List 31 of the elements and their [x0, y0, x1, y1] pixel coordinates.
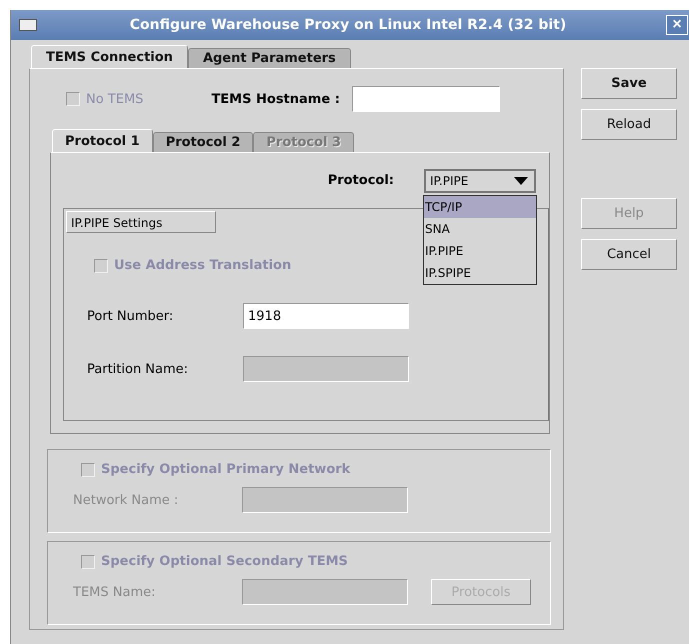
field-label: Partition Name:	[87, 362, 190, 376]
field-label: Protocol:	[328, 173, 394, 188]
checkbox-label: Specify Optional Primary Network	[101, 462, 350, 477]
protocol-dropdown[interactable]: IP.PIPE	[424, 168, 536, 192]
tab[interactable]: Protocol 2	[152, 132, 254, 152]
dialog-button[interactable]: Reload	[581, 109, 677, 140]
dropdown-option[interactable]: IP.PIPE	[424, 240, 536, 262]
tems-name-field[interactable]	[242, 579, 408, 605]
window-menu-icon[interactable]	[19, 19, 37, 31]
tab[interactable]: Protocol 1	[52, 129, 153, 152]
tab[interactable]: TEMS Connection	[31, 45, 188, 68]
tab[interactable]: Agent Parameters	[188, 48, 351, 68]
checkbox-label: Specify Optional Secondary TEMS	[101, 554, 348, 569]
group-title: IP.PIPE Settings	[66, 211, 216, 233]
field-label: TEMS Name:	[73, 584, 156, 600]
network-name-field[interactable]	[242, 487, 408, 513]
dialog-button[interactable]: Cancel	[581, 239, 677, 270]
window-title: Configure Warehouse Proxy on Linux Intel R2.4 (32 bit)	[128, 17, 568, 33]
dropdown-option[interactable]: SNA	[424, 218, 536, 240]
close-button[interactable]: ×	[666, 15, 688, 35]
hostname-field[interactable]	[352, 86, 500, 112]
field-label: Network Name :	[73, 492, 180, 508]
dropdown-option[interactable]: IP.SPIPE	[424, 262, 536, 284]
dialog-button[interactable]: Save	[581, 68, 677, 99]
field-label: TEMS Hostname :	[211, 92, 340, 106]
checkbox-label: Use Address Translation	[114, 258, 292, 273]
field-label: Port Number:	[87, 308, 174, 324]
port-field[interactable]: 1918	[243, 303, 409, 329]
checkbox-label: No TEMS	[86, 92, 144, 106]
dropdown-option[interactable]: TCP/IP	[424, 196, 536, 218]
caret-icon	[514, 176, 528, 184]
